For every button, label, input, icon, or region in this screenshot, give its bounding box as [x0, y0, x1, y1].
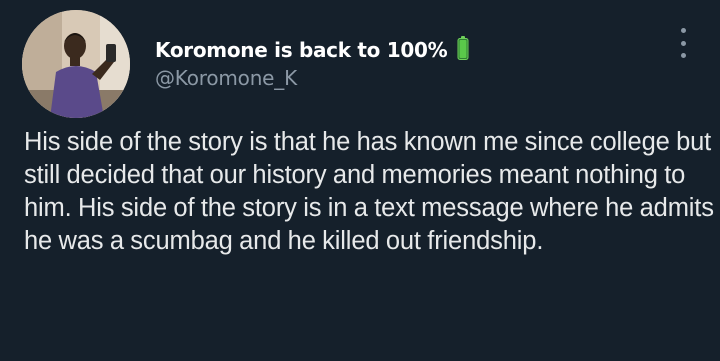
tweet-card: Koromone is back to 100% @Koromone_K His…	[0, 0, 720, 361]
more-vertical-icon-dot-3	[680, 53, 686, 58]
more-vertical-icon-dot-2	[680, 40, 686, 46]
display-name[interactable]: Koromone is back to 100%	[155, 38, 448, 62]
author-handle[interactable]: @Koromone_K	[155, 66, 297, 90]
more-vertical-icon	[680, 28, 686, 33]
battery-full-icon	[457, 36, 469, 64]
more-options-button[interactable]	[676, 28, 690, 58]
author-name-row: Koromone is back to 100%	[155, 36, 469, 64]
tweet-text: His side of the story is that he has kno…	[24, 128, 714, 255]
avatar-photo	[22, 10, 130, 118]
avatar[interactable]	[22, 10, 130, 118]
